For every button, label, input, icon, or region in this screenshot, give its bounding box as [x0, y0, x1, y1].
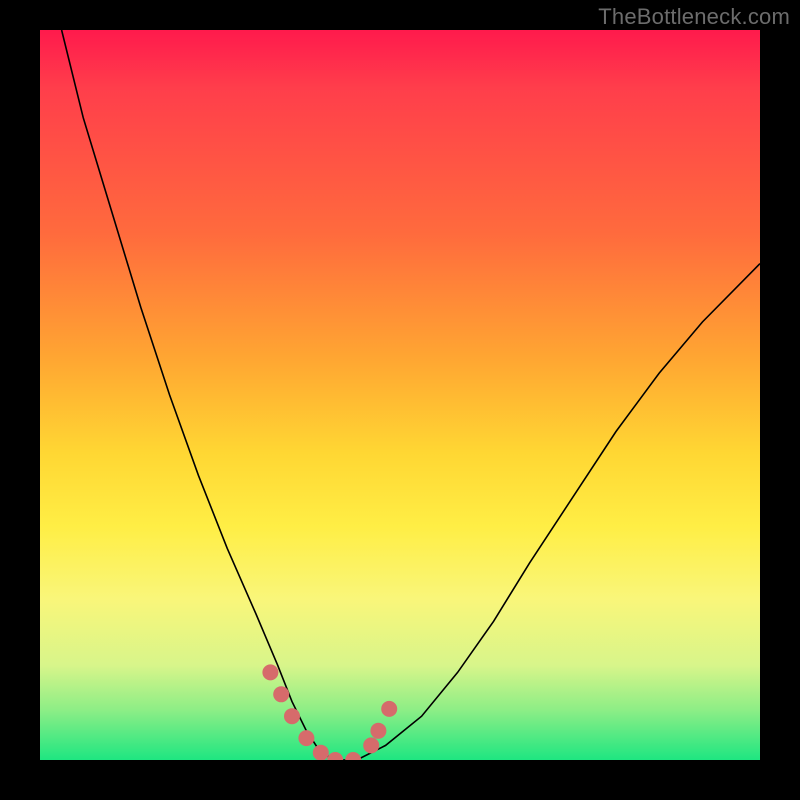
highlight-dot	[345, 752, 361, 760]
highlight-dot	[262, 664, 278, 680]
curve-layer	[40, 30, 760, 760]
highlight-dot	[363, 737, 379, 753]
highlight-dot	[273, 686, 289, 702]
watermark-text: TheBottleneck.com	[598, 4, 790, 30]
highlight-dot	[370, 723, 386, 739]
highlight-dot	[298, 730, 314, 746]
highlight-dot	[381, 701, 397, 717]
highlight-dot	[284, 708, 300, 724]
curve-path	[62, 30, 760, 760]
chart-frame: TheBottleneck.com	[0, 0, 800, 800]
highlight-dot	[313, 745, 329, 760]
plot-area	[40, 30, 760, 760]
bottleneck-curve	[62, 30, 760, 760]
highlight-dot	[327, 752, 343, 760]
